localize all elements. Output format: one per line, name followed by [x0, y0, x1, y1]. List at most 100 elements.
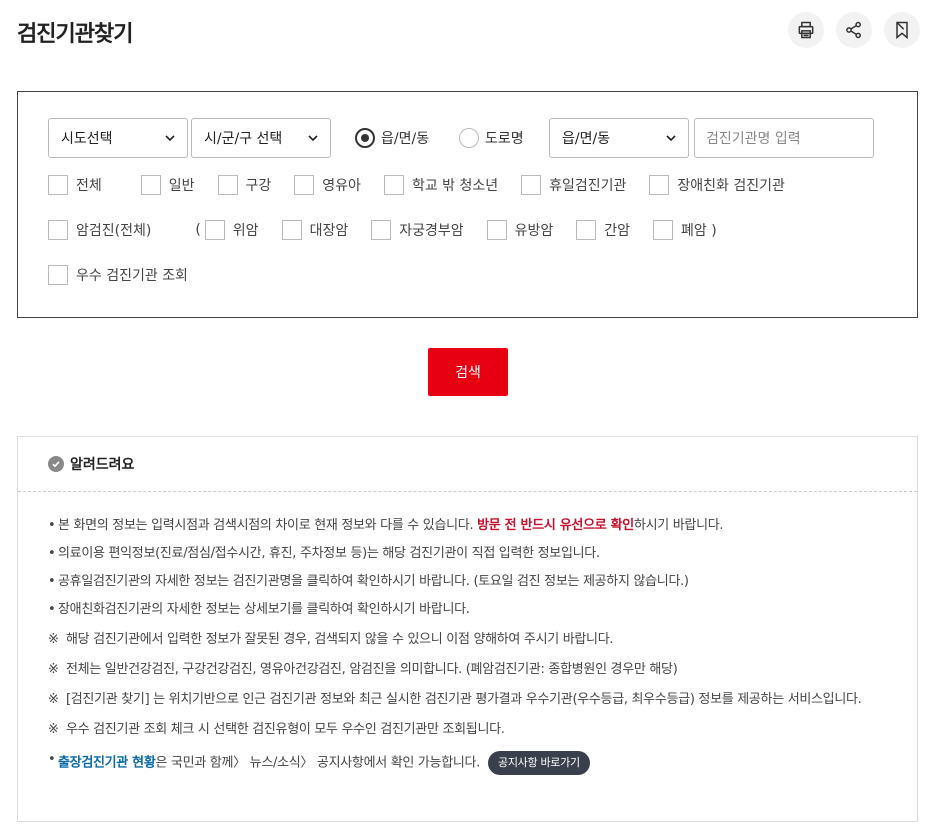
notice-text: 장애친화검진기관의 자세한 정보는 상세보기를 클릭하여 확인하시기 바랍니다. — [58, 602, 470, 617]
radio-dot — [459, 128, 479, 148]
checkbox-colon-cancer[interactable]: 대장암 — [281, 220, 349, 240]
radio-dot-selected — [355, 128, 375, 148]
search-button[interactable]: 검색 — [428, 348, 508, 396]
page-title: 검진기관찾기 — [17, 22, 133, 47]
notice-text: 전체는 일반건강검진, 구강건강검진, 영유아건강검진, 암검진을 의미합니다.… — [66, 662, 678, 677]
checkbox-box — [653, 220, 674, 240]
notice-body: • 본 화면의 정보는 입력시점과 검색시점의 차이로 현재 정보와 다를 수 … — [18, 492, 917, 775]
checkbox-label: 간암 — [604, 223, 631, 239]
checkbox-label: 유방암 — [514, 223, 554, 239]
checkbox-all[interactable]: 전체 — [48, 175, 102, 195]
print-icon — [798, 21, 814, 39]
radio-road-label: 도로명 — [485, 131, 524, 147]
checkbox-label: 암검진(전체) — [76, 223, 152, 239]
print-button[interactable] — [788, 12, 824, 48]
checkbox-box — [48, 265, 68, 285]
checkbox-label: 자궁경부암 — [399, 223, 464, 239]
radio-eupmyeondong-label: 읍/면/동 — [381, 131, 430, 147]
checkbox-out-of-school-youth[interactable]: 학교 밖 청소년 — [383, 175, 499, 195]
notice-ref-item: ※ 해당 검진기관에서 입력한 정보가 잘못된 경우, 검색되지 않을 수 있으… — [48, 631, 887, 649]
checkbox-label: 폐암 ) — [681, 223, 717, 239]
checkbox-box — [486, 220, 507, 240]
checkbox-box — [140, 175, 161, 195]
toolbar — [788, 12, 920, 48]
checkbox-breast-cancer[interactable]: 유방암 — [486, 220, 554, 240]
exam-type-row: 전체 일반 구강 영유아 학교 밖 청소년 휴일검진기관 장애친화 검진기관 — [48, 175, 785, 195]
checkbox-label: 학교 밖 청소년 — [411, 178, 499, 194]
bookmark-icon — [896, 21, 908, 40]
checkbox-box — [383, 175, 404, 195]
checkbox-label: 전체 — [76, 178, 102, 194]
ref-mark: ※ — [48, 662, 59, 677]
cancer-type-row: 암검진(전체) ( 위암 대장암 자궁경부암 유방암 간암 폐암 ) — [48, 220, 717, 240]
checkbox-box — [521, 175, 542, 195]
notice-text: 하시기 바랍니다. — [633, 518, 724, 533]
checkbox-box — [204, 220, 225, 240]
checkbox-infant[interactable]: 영유아 — [294, 175, 361, 195]
share-icon — [846, 21, 861, 39]
paren-open: ( — [195, 222, 201, 238]
notice-item: • 의료이용 편익정보(진료/점심/접수시간, 휴진, 주차정보 등)는 해당 … — [48, 545, 887, 563]
check-circle-icon — [48, 456, 64, 472]
chevron-down-icon — [666, 135, 676, 142]
checkbox-general[interactable]: 일반 — [140, 175, 195, 195]
checkbox-label: 휴일검진기관 — [549, 178, 627, 194]
search-panel: 시도선택 시/군/구 선택 읍/면/동 도로명 읍/면/동 검진기관명 입력 전… — [17, 91, 918, 318]
checkbox-box — [294, 175, 315, 195]
sigungu-select-value: 시/군/구 선택 — [204, 131, 283, 147]
chevron-down-icon — [308, 135, 318, 142]
notice-board-button[interactable]: 공지사항 바로가기 — [488, 751, 590, 775]
checkbox-box — [371, 220, 392, 240]
sido-select[interactable]: 시도선택 — [48, 118, 188, 158]
bullet: • — [48, 574, 56, 589]
checkbox-box — [48, 220, 68, 240]
sigungu-select[interactable]: 시/군/구 선택 — [191, 118, 331, 158]
checkbox-disability-friendly[interactable]: 장애친화 검진기관 — [649, 175, 785, 195]
notice-text: 해당 검진기관에서 입력한 정보가 잘못된 경우, 검색되지 않을 수 있으니 … — [66, 632, 614, 647]
checkbox-box — [217, 175, 238, 195]
notice-item: • 공휴일검진기관의 자세한 정보는 검진기관명을 클릭하여 확인하시기 바랍니… — [48, 573, 887, 591]
checkbox-label: 구강 — [245, 178, 272, 194]
checkbox-cervical-cancer[interactable]: 자궁경부암 — [371, 220, 464, 240]
notice-ref-item: ※ 전체는 일반건강검진, 구강건강검진, 영유아건강검진, 암검진을 의미합니… — [48, 661, 887, 679]
ref-mark: ※ — [48, 632, 59, 647]
notice-panel: 알려드려요 • 본 화면의 정보는 입력시점과 검색시점의 차이로 현재 정보와… — [17, 436, 918, 822]
checkbox-liver-cancer[interactable]: 간암 — [576, 220, 630, 240]
bullet: • — [48, 602, 56, 617]
checkbox-label: 대장암 — [309, 223, 349, 239]
institution-name-input[interactable]: 검진기관명 입력 — [694, 118, 874, 158]
checkbox-label: 우수 검진기관 조회 — [76, 268, 188, 284]
checkbox-box — [649, 175, 670, 195]
bookmark-button[interactable] — [884, 12, 920, 48]
notice-text: 의료이용 편익정보(진료/점심/접수시간, 휴진, 주차정보 등)는 해당 검진… — [58, 546, 600, 561]
bullet: • — [48, 752, 56, 767]
radio-road[interactable]: 도로명 — [459, 128, 524, 148]
checkbox-box — [281, 220, 302, 240]
notice-item: • 출장검진기관 현황은 국민과 함께〉 뉴스/소식〉 공지사항에서 확인 가능… — [48, 751, 887, 775]
checkbox-label: 영유아 — [322, 178, 361, 194]
checkbox-oral[interactable]: 구강 — [217, 175, 272, 195]
checkbox-holiday[interactable]: 휴일검진기관 — [521, 175, 626, 195]
checkbox-cancer-all[interactable]: 암검진(전체) — [48, 220, 151, 240]
notice-item: • 본 화면의 정보는 입력시점과 검색시점의 차이로 현재 정보와 다를 수 … — [48, 517, 887, 535]
checkbox-box — [48, 175, 68, 195]
notice-ref-item: ※ 우수 검진기관 조회 체크 시 선택한 검진유형이 모두 우수인 검진기관만… — [48, 721, 887, 739]
bullet: • — [48, 518, 56, 533]
checkbox-label: 장애친화 검진기관 — [677, 178, 785, 194]
eupmyeondong-select[interactable]: 읍/면/동 — [549, 118, 689, 158]
checkbox-label: 일반 — [168, 178, 195, 194]
notice-text: [검진기관 찾기] 는 위치기반으로 인근 검진기관 정보와 최근 실시한 검진… — [66, 692, 862, 707]
notice-text: 은 국민과 함께〉 뉴스/소식〉 공지사항에서 확인 가능합니다. — [155, 755, 481, 771]
notice-text: 공휴일검진기관의 자세한 정보는 검진기관명을 클릭하여 확인하시기 바랍니다.… — [58, 574, 689, 589]
notice-ref-item: ※ [검진기관 찾기] 는 위치기반으로 인근 검진기관 정보와 최근 실시한 … — [48, 691, 887, 709]
share-button[interactable] — [836, 12, 872, 48]
checkbox-stomach-cancer[interactable]: 위암 — [204, 220, 259, 240]
chevron-down-icon — [165, 135, 175, 142]
eupmyeondong-select-value: 읍/면/동 — [562, 131, 611, 147]
checkbox-lung-cancer[interactable]: 폐암 ) — [653, 220, 717, 240]
checkbox-excellent-institution[interactable]: 우수 검진기관 조회 — [48, 265, 188, 285]
ref-mark: ※ — [48, 692, 59, 707]
notice-highlight: 방문 전 반드시 유선으로 확인 — [477, 518, 634, 533]
notice-text: 본 화면의 정보는 입력시점과 검색시점의 차이로 현재 정보와 다를 수 있습… — [58, 518, 474, 533]
radio-eupmyeondong[interactable]: 읍/면/동 — [355, 128, 429, 148]
